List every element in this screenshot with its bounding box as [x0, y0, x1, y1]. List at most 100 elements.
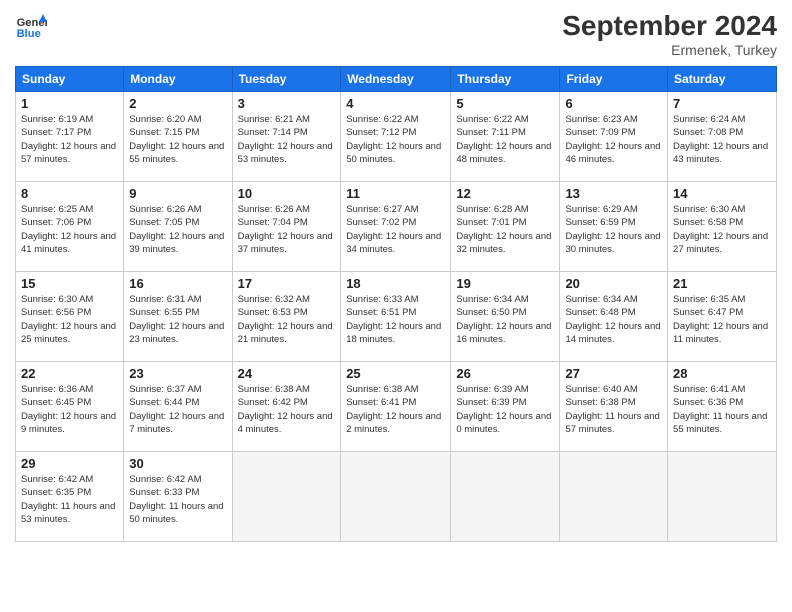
day-info: Sunrise: 6:35 AMSunset: 6:47 PMDaylight:…	[673, 294, 768, 345]
day-info: Sunrise: 6:26 AMSunset: 7:04 PMDaylight:…	[238, 204, 333, 255]
day-info: Sunrise: 6:39 AMSunset: 6:39 PMDaylight:…	[456, 384, 551, 435]
calendar-row: 22 Sunrise: 6:36 AMSunset: 6:45 PMDayligh…	[16, 362, 777, 452]
day-info: Sunrise: 6:41 AMSunset: 6:36 PMDaylight:…	[673, 384, 767, 435]
day-info: Sunrise: 6:22 AMSunset: 7:12 PMDaylight:…	[346, 114, 441, 165]
day-info: Sunrise: 6:27 AMSunset: 7:02 PMDaylight:…	[346, 204, 441, 255]
day-info: Sunrise: 6:32 AMSunset: 6:53 PMDaylight:…	[238, 294, 333, 345]
day-number: 7	[673, 96, 771, 111]
header-wednesday: Wednesday	[341, 67, 451, 92]
header-monday: Monday	[124, 67, 232, 92]
table-row: 23Sunrise: 6:37 AMSunset: 6:44 PMDayligh…	[124, 362, 232, 452]
location: Ermenek, Turkey	[562, 42, 777, 58]
table-row: 26 Sunrise: 6:39 AMSunset: 6:39 PMDayligh…	[451, 362, 560, 452]
table-row: 29 Sunrise: 6:42 AMSunset: 6:35 PMDayligh…	[16, 452, 124, 542]
day-info: Sunrise: 6:30 AMSunset: 6:56 PMDaylight:…	[21, 294, 116, 345]
table-row: 10 Sunrise: 6:26 AMSunset: 7:04 PMDayligh…	[232, 182, 341, 272]
day-number: 19	[456, 276, 554, 291]
table-row: 11 Sunrise: 6:27 AMSunset: 7:02 PMDayligh…	[341, 182, 451, 272]
table-row	[232, 452, 341, 542]
calendar-row: 8 Sunrise: 6:25 AMSunset: 7:06 PMDaylight…	[16, 182, 777, 272]
table-row: 9 Sunrise: 6:26 AMSunset: 7:05 PMDaylight…	[124, 182, 232, 272]
day-info: Sunrise: 6:30 AMSunset: 6:58 PMDaylight:…	[673, 204, 768, 255]
table-row: 21 Sunrise: 6:35 AMSunset: 6:47 PMDayligh…	[668, 272, 777, 362]
day-info: Sunrise: 6:26 AMSunset: 7:05 PMDaylight:…	[129, 204, 224, 255]
weekday-header-row: Sunday Monday Tuesday Wednesday Thursday…	[16, 67, 777, 92]
day-number: 1	[21, 96, 118, 111]
table-row: 15 Sunrise: 6:30 AMSunset: 6:56 PMDayligh…	[16, 272, 124, 362]
table-row: 12 Sunrise: 6:28 AMSunset: 7:01 PMDayligh…	[451, 182, 560, 272]
day-info: Sunrise: 6:34 AMSunset: 6:50 PMDaylight:…	[456, 294, 551, 345]
day-number: 29	[21, 456, 118, 471]
table-row: 5Sunrise: 6:22 AMSunset: 7:11 PMDaylight…	[451, 92, 560, 182]
table-row: 14 Sunrise: 6:30 AMSunset: 6:58 PMDayligh…	[668, 182, 777, 272]
calendar-row: 1 Sunrise: 6:19 AMSunset: 7:17 PMDaylight…	[16, 92, 777, 182]
day-info: Sunrise: 6:25 AMSunset: 7:06 PMDaylight:…	[21, 204, 116, 255]
table-row: 7 Sunrise: 6:24 AMSunset: 7:08 PMDaylight…	[668, 92, 777, 182]
day-info: Sunrise: 6:36 AMSunset: 6:45 PMDaylight:…	[21, 384, 116, 435]
day-info: Sunrise: 6:19 AMSunset: 7:17 PMDaylight:…	[21, 114, 116, 165]
day-info: Sunrise: 6:38 AMSunset: 6:41 PMDaylight:…	[346, 384, 441, 435]
page: General Blue September 2024 Ermenek, Tur…	[0, 0, 792, 612]
day-number: 28	[673, 366, 771, 381]
calendar-row: 15 Sunrise: 6:30 AMSunset: 6:56 PMDayligh…	[16, 272, 777, 362]
calendar-row: 29 Sunrise: 6:42 AMSunset: 6:35 PMDayligh…	[16, 452, 777, 542]
logo-icon: General Blue	[15, 10, 47, 42]
day-number: 21	[673, 276, 771, 291]
day-number: 25	[346, 366, 445, 381]
table-row: 2 Sunrise: 6:20 AMSunset: 7:15 PMDaylight…	[124, 92, 232, 182]
table-row	[451, 452, 560, 542]
day-number: 2	[129, 96, 226, 111]
day-info: Sunrise: 6:23 AMSunset: 7:09 PMDaylight:…	[565, 114, 660, 165]
table-row: 4Sunrise: 6:22 AMSunset: 7:12 PMDaylight…	[341, 92, 451, 182]
day-info: Sunrise: 6:42 AMSunset: 6:35 PMDaylight:…	[21, 474, 115, 525]
table-row: 28 Sunrise: 6:41 AMSunset: 6:36 PMDayligh…	[668, 362, 777, 452]
table-row: 8 Sunrise: 6:25 AMSunset: 7:06 PMDaylight…	[16, 182, 124, 272]
table-row: 24Sunrise: 6:38 AMSunset: 6:42 PMDayligh…	[232, 362, 341, 452]
day-number: 26	[456, 366, 554, 381]
day-number: 6	[565, 96, 662, 111]
day-info: Sunrise: 6:21 AMSunset: 7:14 PMDaylight:…	[238, 114, 333, 165]
day-number: 12	[456, 186, 554, 201]
day-info: Sunrise: 6:34 AMSunset: 6:48 PMDaylight:…	[565, 294, 660, 345]
day-number: 27	[565, 366, 662, 381]
day-number: 11	[346, 186, 445, 201]
calendar-table: Sunday Monday Tuesday Wednesday Thursday…	[15, 66, 777, 542]
table-row	[668, 452, 777, 542]
day-info: Sunrise: 6:20 AMSunset: 7:15 PMDaylight:…	[129, 114, 224, 165]
day-info: Sunrise: 6:22 AMSunset: 7:11 PMDaylight:…	[456, 114, 551, 165]
day-info: Sunrise: 6:40 AMSunset: 6:38 PMDaylight:…	[565, 384, 659, 435]
table-row: 6 Sunrise: 6:23 AMSunset: 7:09 PMDaylight…	[560, 92, 668, 182]
table-row: 30Sunrise: 6:42 AMSunset: 6:33 PMDayligh…	[124, 452, 232, 542]
day-info: Sunrise: 6:28 AMSunset: 7:01 PMDaylight:…	[456, 204, 551, 255]
day-info: Sunrise: 6:31 AMSunset: 6:55 PMDaylight:…	[129, 294, 224, 345]
day-number: 20	[565, 276, 662, 291]
day-info: Sunrise: 6:24 AMSunset: 7:08 PMDaylight:…	[673, 114, 768, 165]
table-row: 25 Sunrise: 6:38 AMSunset: 6:41 PMDayligh…	[341, 362, 451, 452]
month-title: September 2024	[562, 10, 777, 42]
day-number: 17	[238, 276, 336, 291]
table-row: 19 Sunrise: 6:34 AMSunset: 6:50 PMDayligh…	[451, 272, 560, 362]
day-number: 3	[238, 96, 336, 111]
day-number: 23	[129, 366, 226, 381]
table-row: 20 Sunrise: 6:34 AMSunset: 6:48 PMDayligh…	[560, 272, 668, 362]
day-info: Sunrise: 6:29 AMSunset: 6:59 PMDaylight:…	[565, 204, 660, 255]
day-number: 13	[565, 186, 662, 201]
header-friday: Friday	[560, 67, 668, 92]
day-number: 14	[673, 186, 771, 201]
header: General Blue September 2024 Ermenek, Tur…	[15, 10, 777, 58]
day-number: 9	[129, 186, 226, 201]
table-row: 17 Sunrise: 6:32 AMSunset: 6:53 PMDayligh…	[232, 272, 341, 362]
header-saturday: Saturday	[668, 67, 777, 92]
day-number: 8	[21, 186, 118, 201]
logo: General Blue	[15, 10, 51, 42]
table-row: 22 Sunrise: 6:36 AMSunset: 6:45 PMDayligh…	[16, 362, 124, 452]
day-info: Sunrise: 6:42 AMSunset: 6:33 PMDaylight:…	[129, 474, 223, 525]
table-row	[560, 452, 668, 542]
table-row: 1 Sunrise: 6:19 AMSunset: 7:17 PMDaylight…	[16, 92, 124, 182]
day-number: 10	[238, 186, 336, 201]
day-number: 15	[21, 276, 118, 291]
day-number: 18	[346, 276, 445, 291]
day-number: 22	[21, 366, 118, 381]
table-row: 13 Sunrise: 6:29 AMSunset: 6:59 PMDayligh…	[560, 182, 668, 272]
day-info: Sunrise: 6:33 AMSunset: 6:51 PMDaylight:…	[346, 294, 441, 345]
